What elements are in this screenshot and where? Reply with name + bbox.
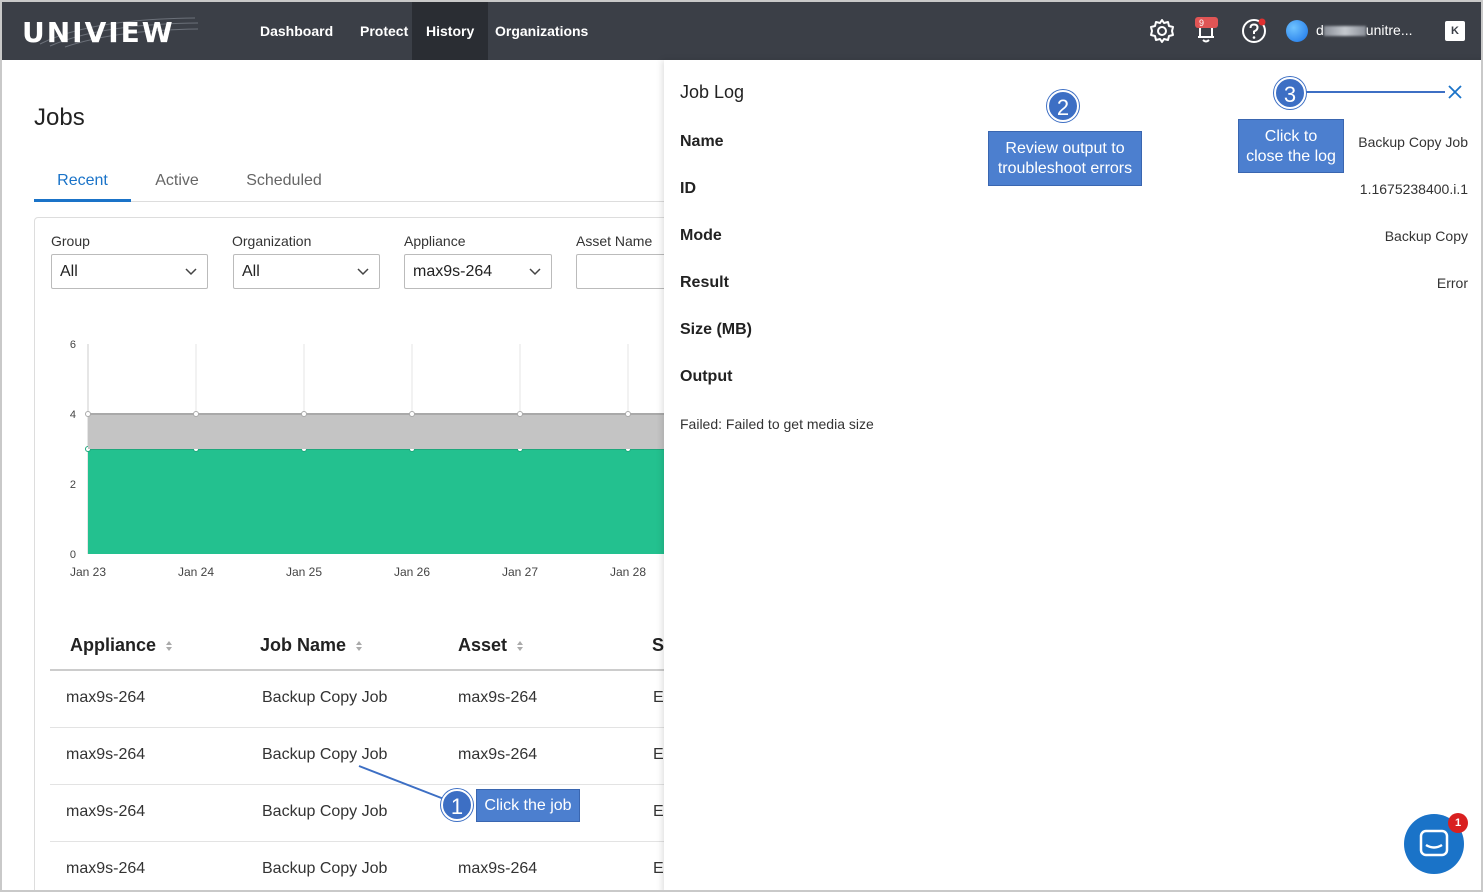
- annotation-callout-2: Review output to troubleshoot errors: [988, 131, 1142, 186]
- app-window: UNIVIEW Dashboard Protect History Organi…: [0, 0, 1483, 892]
- annotation-line-1: [358, 765, 445, 800]
- annotation-marker-3: 3: [1274, 77, 1306, 109]
- annotation-marker-2: 2: [1047, 90, 1079, 122]
- annotation-callout-1: Click the job: [476, 789, 580, 822]
- annotation-marker-1: 1: [441, 789, 473, 821]
- annotation-callout-3: Click to close the log: [1238, 119, 1344, 173]
- chat-unread-badge: 1: [1448, 813, 1468, 833]
